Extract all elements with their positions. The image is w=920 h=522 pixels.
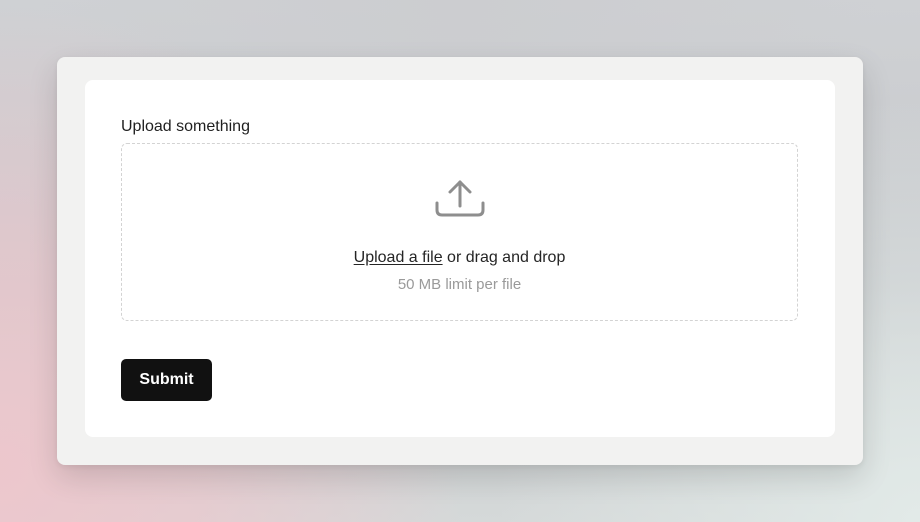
submit-button[interactable]: Submit (121, 359, 212, 401)
form-frame: Upload something Upload a file or drag a… (57, 57, 863, 465)
drag-and-drop-text: or drag and drop (442, 249, 566, 266)
upload-file-link[interactable]: Upload a file (354, 249, 443, 266)
file-dropzone[interactable]: Upload a file or drag and drop 50 MB lim… (121, 143, 798, 321)
file-size-limit-hint: 50 MB limit per file (397, 276, 522, 293)
upload-field-label: Upload something (121, 118, 250, 135)
upload-icon (435, 180, 485, 217)
dropzone-instructions: Upload a file or drag and drop (122, 248, 797, 268)
upload-form-card: Upload something Upload a file or drag a… (85, 80, 835, 437)
